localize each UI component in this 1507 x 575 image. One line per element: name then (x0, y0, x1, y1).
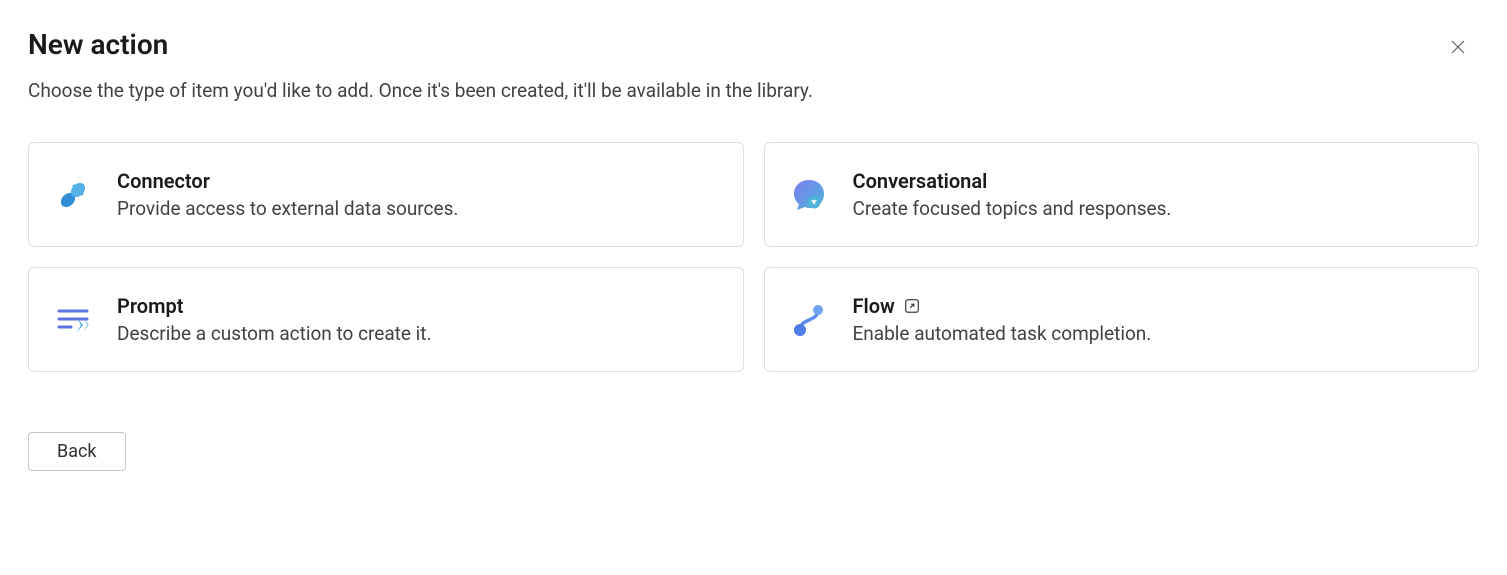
card-prompt[interactable]: Prompt Describe a custom action to creat… (28, 267, 744, 372)
close-icon (1449, 38, 1467, 59)
card-title: Conversational (853, 169, 988, 193)
close-button[interactable] (1443, 32, 1473, 65)
page-title: New action (28, 28, 168, 61)
card-conversational[interactable]: Conversational Create focused topics and… (764, 142, 1480, 247)
card-flow[interactable]: Flow Enable automated task completion. (764, 267, 1480, 372)
card-title: Prompt (117, 294, 183, 318)
card-title: Connector (117, 169, 210, 193)
card-title: Flow (853, 294, 895, 318)
conversational-icon (789, 175, 829, 215)
prompt-icon (53, 300, 93, 340)
action-type-grid: Connector Provide access to external dat… (28, 142, 1479, 372)
card-description: Describe a custom action to create it. (117, 322, 432, 345)
card-description: Provide access to external data sources. (117, 197, 458, 220)
card-connector[interactable]: Connector Provide access to external dat… (28, 142, 744, 247)
flow-icon (789, 300, 829, 340)
back-button[interactable]: Back (28, 432, 126, 471)
card-description: Enable automated task completion. (853, 322, 1152, 345)
external-link-icon (903, 297, 921, 315)
connector-icon (53, 175, 93, 215)
page-subtitle: Choose the type of item you'd like to ad… (28, 79, 1479, 102)
card-description: Create focused topics and responses. (853, 197, 1172, 220)
